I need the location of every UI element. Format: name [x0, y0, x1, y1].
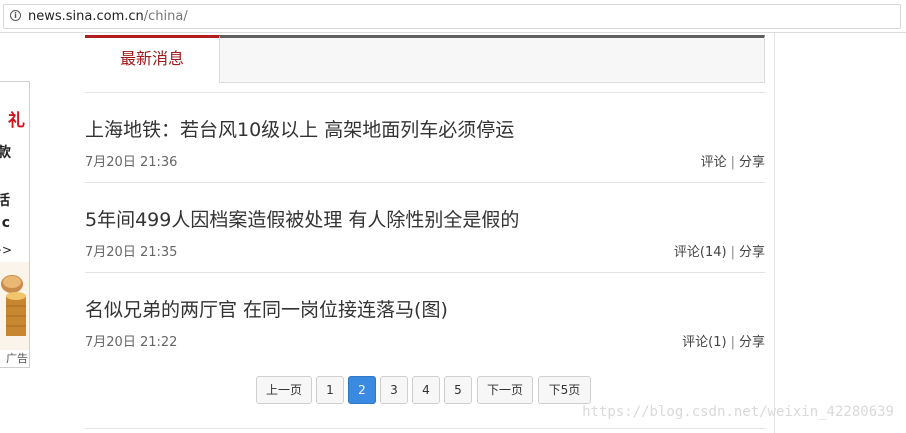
- tab-latest-news[interactable]: 最新消息: [85, 35, 220, 83]
- comment-link[interactable]: 评论(14): [674, 245, 727, 260]
- share-link[interactable]: 分享: [739, 155, 765, 170]
- info-icon[interactable]: i: [10, 10, 21, 21]
- watermark: https://blog.csdn.net/weixin_42280639: [582, 404, 894, 420]
- action-divider: |: [730, 335, 735, 350]
- news-time: 7月20日 21:22: [85, 335, 178, 350]
- url-field[interactable]: i news.sina.com.cn/china/: [3, 4, 901, 29]
- tab-bar: 最新消息: [85, 35, 765, 83]
- divider: [85, 182, 765, 183]
- ad-text-2: 款: [0, 142, 11, 162]
- url-path: /china/: [143, 9, 188, 24]
- ad-text-3: 活: [0, 190, 10, 210]
- news-actions: 评论(14) | 分享: [674, 241, 765, 260]
- ad-text-4: c: [1, 215, 10, 231]
- page-button[interactable]: 5: [444, 376, 472, 404]
- news-title[interactable]: 上海地铁：若台风10级以上 高架地面列车必须停运: [85, 115, 514, 142]
- divider: [85, 428, 765, 429]
- page-button-current[interactable]: 2: [348, 376, 376, 404]
- next-page-button[interactable]: 下一页: [477, 376, 533, 404]
- divider: [85, 272, 765, 273]
- comment-link[interactable]: 评论(1): [682, 335, 726, 350]
- ad-label: 广告: [6, 350, 28, 366]
- action-divider: |: [730, 155, 735, 170]
- next-5-pages-button[interactable]: 下5页: [538, 376, 591, 404]
- news-actions: 评论 | 分享: [701, 151, 765, 170]
- share-link[interactable]: 分享: [739, 335, 765, 350]
- page-button[interactable]: 1: [316, 376, 344, 404]
- news-time: 7月20日 21:35: [85, 245, 178, 260]
- browser-address-bar: i news.sina.com.cn/china/: [0, 0, 906, 33]
- comment-link[interactable]: 评论: [701, 155, 727, 170]
- url-text[interactable]: news.sina.com.cn/china/: [28, 8, 188, 25]
- news-title[interactable]: 5年间499人因档案造假被处理 有人除性别全是假的: [85, 205, 519, 232]
- side-ad[interactable]: 礼 款 活 c >> 广告: [0, 81, 30, 368]
- prev-page-button[interactable]: 上一页: [256, 376, 312, 404]
- coins-image: [0, 262, 29, 350]
- url-host: news.sina.com.cn: [28, 9, 144, 24]
- news-title[interactable]: 名似兄弟的两厅官 在同一岗位接连落马(图): [85, 295, 448, 322]
- page-button[interactable]: 4: [412, 376, 440, 404]
- news-time: 7月20日 21:36: [85, 155, 178, 170]
- share-link[interactable]: 分享: [739, 245, 765, 260]
- action-divider: |: [730, 245, 735, 260]
- divider: [85, 92, 765, 93]
- news-actions: 评论(1) | 分享: [682, 331, 765, 350]
- content-right-border: [774, 33, 775, 433]
- ad-text-5: >>: [0, 243, 12, 257]
- page-button[interactable]: 3: [380, 376, 408, 404]
- ad-text-1: 礼: [8, 111, 25, 131]
